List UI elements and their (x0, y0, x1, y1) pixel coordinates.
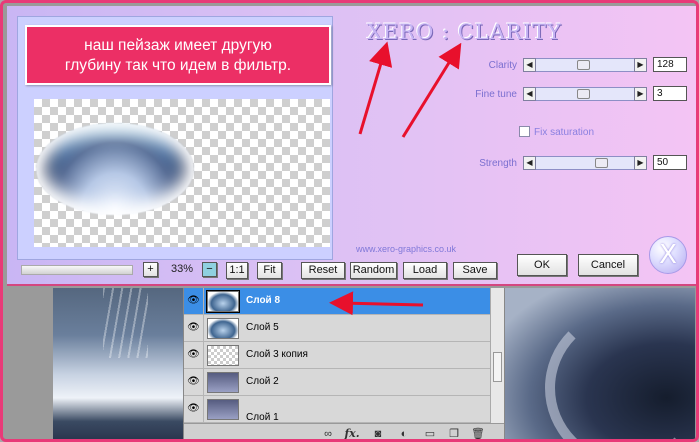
checkbox-box[interactable] (519, 126, 530, 137)
eye-icon[interactable]: 👁 (184, 369, 204, 395)
new-layer-icon[interactable]: ❐ (446, 427, 462, 439)
strength-decrease-icon[interactable]: ◀ (523, 156, 536, 170)
zoom-in-button[interactable]: + (143, 262, 158, 277)
document-canvas-left (53, 288, 183, 439)
filter-logo: XERO : CLARITY (367, 20, 562, 44)
eye-icon[interactable]: 👁 (184, 342, 204, 368)
cancel-button[interactable]: Cancel (578, 254, 638, 276)
strength-slider-thumb[interactable] (595, 158, 608, 168)
zoom-1-1-button[interactable]: 1:1 (226, 262, 248, 279)
callout-line-2: глубину так что идем в фильтр. (64, 57, 292, 74)
layers-scrollbar[interactable] (490, 288, 504, 423)
fix-saturation-checkbox[interactable]: Fix saturation (519, 126, 594, 138)
layers-toolbar: ∞ fx. ◙ ◐ ▭ ❐ 🗑 (184, 423, 504, 439)
trash-icon[interactable]: 🗑 (470, 427, 486, 439)
layer-thumbnail (206, 290, 240, 313)
eye-icon[interactable]: 👁 (184, 396, 204, 422)
layer-name: Слой 8 (246, 295, 281, 306)
fine-tune-slider-thumb[interactable] (577, 89, 590, 99)
layer-name: Слой 5 (246, 322, 279, 333)
preview-canvas[interactable] (34, 99, 330, 247)
fine-tune-decrease-icon[interactable]: ◀ (523, 87, 536, 101)
layer-name: Слой 2 (246, 376, 279, 387)
mask-icon[interactable]: ◙ (370, 427, 386, 439)
zoom-value: 33% (170, 263, 194, 275)
layer-row[interactable]: 👁 Слой 2 (184, 369, 490, 396)
save-button[interactable]: Save (453, 262, 497, 279)
link-icon[interactable]: ∞ (320, 427, 336, 439)
layers-panel: 👁 Слой 8 👁 Слой 5 👁 Слой 3 копия 👁 Слой … (183, 288, 505, 439)
fine-tune-value-field[interactable]: 3 (653, 86, 687, 101)
layer-name: Слой 3 копия (246, 349, 308, 360)
ok-button[interactable]: OK (517, 254, 567, 276)
preview-landscape-image (36, 123, 194, 215)
zoom-out-button[interactable]: − (202, 262, 217, 277)
document-canvas-right (505, 288, 695, 439)
clarity-label: Clarity (488, 60, 517, 71)
clarity-slider[interactable]: ◀ ▶ (523, 58, 647, 72)
eye-icon[interactable]: 👁 (184, 288, 204, 314)
clarity-increase-icon[interactable]: ▶ (634, 58, 647, 72)
layer-row[interactable]: 👁 Слой 5 (184, 315, 490, 342)
strength-label: Strength (479, 158, 517, 169)
reset-button[interactable]: Reset (301, 262, 345, 279)
layer-thumbnail (207, 345, 239, 366)
zoom-fit-button[interactable]: Fit (257, 262, 282, 279)
fx-icon[interactable]: fx. (344, 427, 360, 439)
strength-increase-icon[interactable]: ▶ (634, 156, 647, 170)
clarity-slider-thumb[interactable] (577, 60, 590, 70)
layer-row[interactable]: 👁 Слой 3 копия (184, 342, 490, 369)
clarity-decrease-icon[interactable]: ◀ (523, 58, 536, 72)
fine-tune-increase-icon[interactable]: ▶ (634, 87, 647, 101)
strength-value-field[interactable]: 50 (653, 155, 687, 170)
fine-tune-slider[interactable]: ◀ ▶ (523, 87, 647, 101)
layer-thumbnail (207, 399, 239, 420)
random-button[interactable]: Random (350, 262, 397, 279)
screenshot-frame: XERO : CLARITY Clarity ◀ ▶ 128 Fine tune… (0, 0, 699, 442)
callout-line-1: наш пейзаж имеет другую (84, 37, 272, 54)
eye-icon[interactable]: 👁 (184, 315, 204, 341)
zoom-slider[interactable] (21, 265, 133, 275)
fine-tune-label: Fine tune (475, 89, 517, 100)
strength-slider[interactable]: ◀ ▶ (523, 156, 647, 170)
layer-row[interactable]: 👁 Слой 8 (184, 288, 490, 315)
folder-icon[interactable]: ▭ (422, 427, 438, 439)
scrollbar-thumb[interactable] (493, 352, 502, 382)
instruction-callout: наш пейзаж имеет другую глубину так что … (25, 25, 331, 85)
layer-thumbnail (207, 372, 239, 393)
website-link[interactable]: www.xero-graphics.co.uk (356, 244, 456, 254)
clarity-value-field[interactable]: 128 (653, 57, 687, 72)
layer-thumbnail (207, 318, 239, 339)
layer-row[interactable]: 👁 Слой 1 (184, 396, 490, 423)
load-button[interactable]: Load (403, 262, 447, 279)
adjustment-icon[interactable]: ◐ (396, 427, 412, 439)
xero-x-logo-icon: X (649, 236, 687, 274)
fix-saturation-label: Fix saturation (534, 127, 595, 138)
